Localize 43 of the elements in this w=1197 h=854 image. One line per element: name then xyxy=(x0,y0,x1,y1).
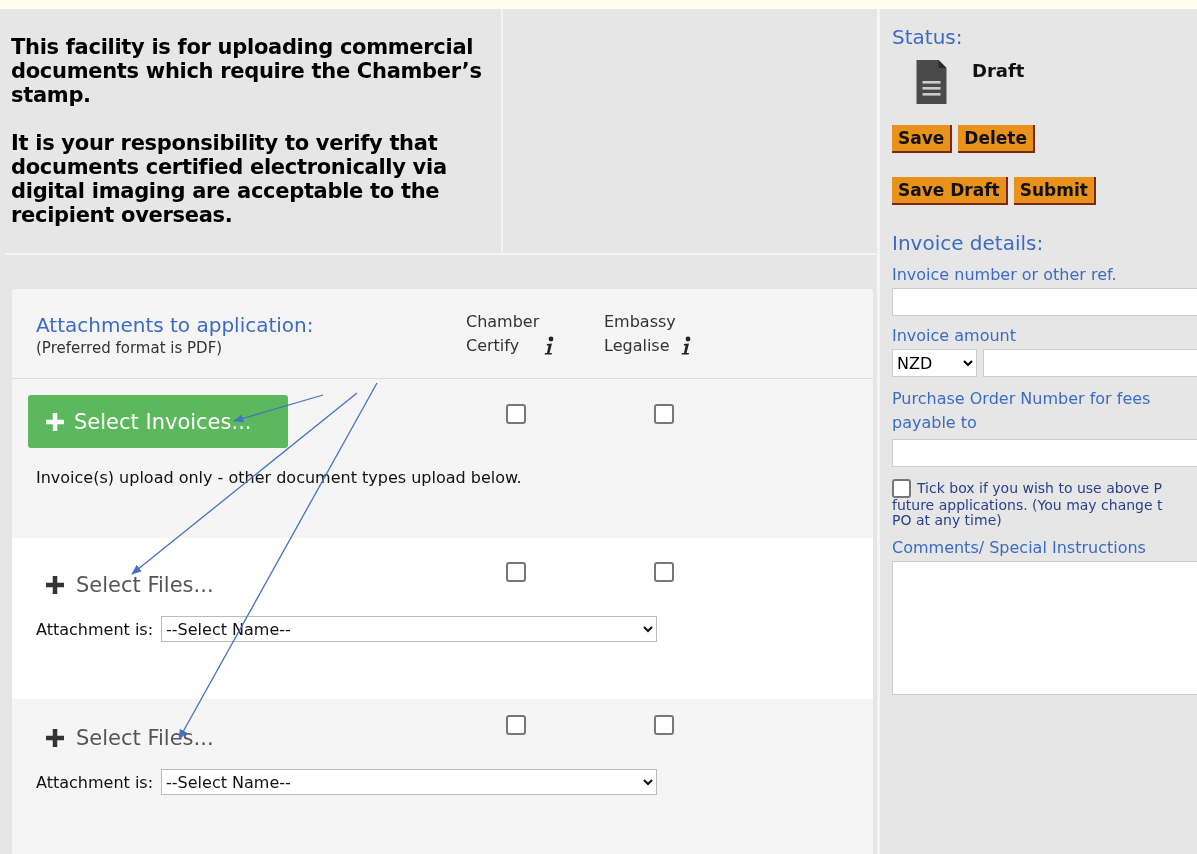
invoice-number-field[interactable] xyxy=(892,288,1197,316)
comments-field[interactable] xyxy=(892,561,1197,695)
checkbox[interactable] xyxy=(654,715,674,735)
checkbox[interactable] xyxy=(506,562,526,582)
select-files-button[interactable]: Select Files... xyxy=(28,562,232,602)
info-icon[interactable] xyxy=(543,336,556,356)
plus-icon xyxy=(46,729,64,747)
status-heading: Status: xyxy=(892,25,963,49)
column-heading: Chamber Certify xyxy=(466,311,540,357)
checkbox[interactable] xyxy=(654,562,674,582)
checkbox[interactable] xyxy=(506,404,526,424)
checkbox-label: future applications. (You may change t xyxy=(892,498,1163,513)
checkbox-label: PO at any time) xyxy=(892,513,1002,528)
plus-icon xyxy=(46,412,64,431)
po-number-field[interactable] xyxy=(892,439,1197,467)
attachment-label: Attachment is: xyxy=(36,619,154,639)
checkbox[interactable] xyxy=(506,715,526,735)
notice-text: This facility is for uploading commercial documents which require the Chamber’s stamp. xyxy=(11,35,483,107)
format-hint: (Preferred format is PDF) xyxy=(36,339,224,357)
checkbox-label: Tick box if you wish to use above P xyxy=(917,481,1162,496)
field-label: Invoice amount xyxy=(892,326,1017,345)
currency-select[interactable]: NZD xyxy=(892,349,977,377)
field-label: Purchase Order Number for fees payable to xyxy=(892,388,1152,434)
action-button[interactable]: Submit xyxy=(1013,177,1096,205)
select-files-button[interactable]: Select Files... xyxy=(28,715,232,755)
document-icon xyxy=(915,59,948,105)
attachment-label: Attachment is: xyxy=(36,772,154,792)
field-label: Comments/ Special Instructions xyxy=(892,538,1146,557)
checkbox[interactable] xyxy=(892,479,911,498)
invoice-amount-field[interactable] xyxy=(983,349,1197,377)
invoice-details-heading: Invoice details: xyxy=(892,231,1044,255)
checkbox[interactable] xyxy=(654,404,674,424)
status-value: Draft xyxy=(972,59,1025,81)
action-button[interactable]: Save Draft xyxy=(892,177,1008,205)
field-label: Invoice number or other ref. xyxy=(892,265,1117,284)
attachment-select[interactable]: --Select Name-- xyxy=(161,769,658,795)
notice-text: It is your responsibility to verify that documents certified electronically via digital imaging are acceptable to the recipient overseas. xyxy=(11,131,448,227)
plus-icon xyxy=(46,576,64,594)
attachments-title: Attachments to application: xyxy=(36,313,315,337)
action-button[interactable]: Save xyxy=(892,125,953,153)
info-icon[interactable] xyxy=(679,336,692,356)
action-button[interactable]: Delete xyxy=(958,125,1035,153)
column-heading: Embassy Legalise xyxy=(604,311,676,357)
